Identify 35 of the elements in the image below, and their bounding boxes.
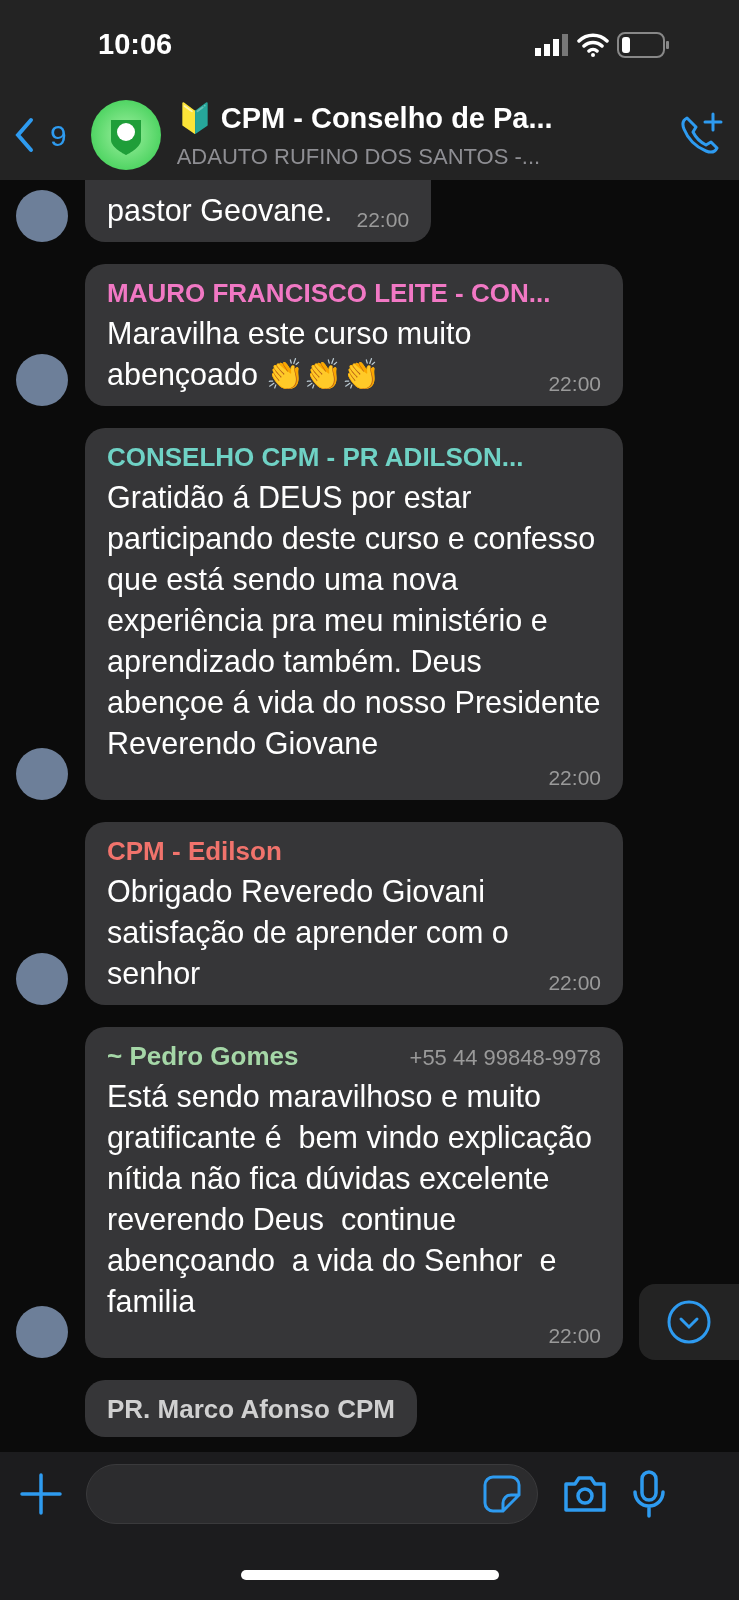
scroll-down-button[interactable] <box>639 1284 739 1360</box>
clock-time: 10:06 <box>98 27 173 63</box>
message-time: 22:00 <box>547 1323 601 1349</box>
sticker-icon[interactable] <box>483 1475 521 1513</box>
message-text: Obrigado Reveredo Giovani satisfação de aprender com o senhor <box>107 874 510 990</box>
microphone-icon[interactable] <box>632 1470 666 1518</box>
message-time: 22:00 <box>548 371 601 397</box>
sender-name[interactable]: CPM - Edilson <box>107 832 282 871</box>
chevron-left-icon <box>14 117 34 153</box>
message-text: Está sendo maravilhoso e muito gratificante é bem vindo explicação nítida não fica dúvidas excelente reverendo Deus continue abençoando a vida do Senhor e familia <box>107 1079 593 1318</box>
avatar[interactable] <box>16 748 68 800</box>
message-text: Maravilha este curso muito abençoado 👏👏👏 <box>107 316 473 391</box>
sender-name[interactable]: PR. Marco Afonso CPM <box>107 1390 395 1429</box>
group-title[interactable]: 🔰 CPM - Conselho de Pa... <box>176 96 679 141</box>
signal-icon <box>535 34 569 56</box>
message-time: 22:00 <box>356 207 410 233</box>
sender-name[interactable]: ~ Pedro Gomes <box>107 1037 299 1076</box>
camera-icon[interactable] <box>562 1475 608 1513</box>
plus-icon[interactable] <box>20 1473 62 1515</box>
wifi-icon <box>577 33 609 57</box>
avatar[interactable] <box>16 190 68 242</box>
battery-icon <box>617 32 669 58</box>
avatar[interactable] <box>16 354 68 406</box>
sender-name[interactable]: MAURO FRANCISCO LEITE - CON... <box>107 274 551 313</box>
avatar[interactable] <box>16 1306 68 1358</box>
chevron-down-circle-icon <box>666 1299 712 1345</box>
message-time: 22:00 <box>547 765 601 791</box>
group-members: ADAUTO RUFINO DOS SANTOS -... <box>176 143 542 172</box>
avatar[interactable] <box>16 953 68 1005</box>
sender-name[interactable]: CONSELHO CPM - PR ADILSON... <box>107 438 524 477</box>
message-text: Gratidão á DEUS por estar participando deste curso e confesso que está sendo uma nova experiência pra meu ministério e aprendizado também. Deus abençoe á vida do nosso Presidente Reverendo Giovane <box>107 480 602 760</box>
back-button[interactable]: 9 <box>14 112 67 158</box>
message-text: pastor Geovane. <box>107 193 333 227</box>
message-time: 22:00 <box>548 970 601 996</box>
phone-number: +55 44 99848-9978 <box>409 1044 601 1072</box>
